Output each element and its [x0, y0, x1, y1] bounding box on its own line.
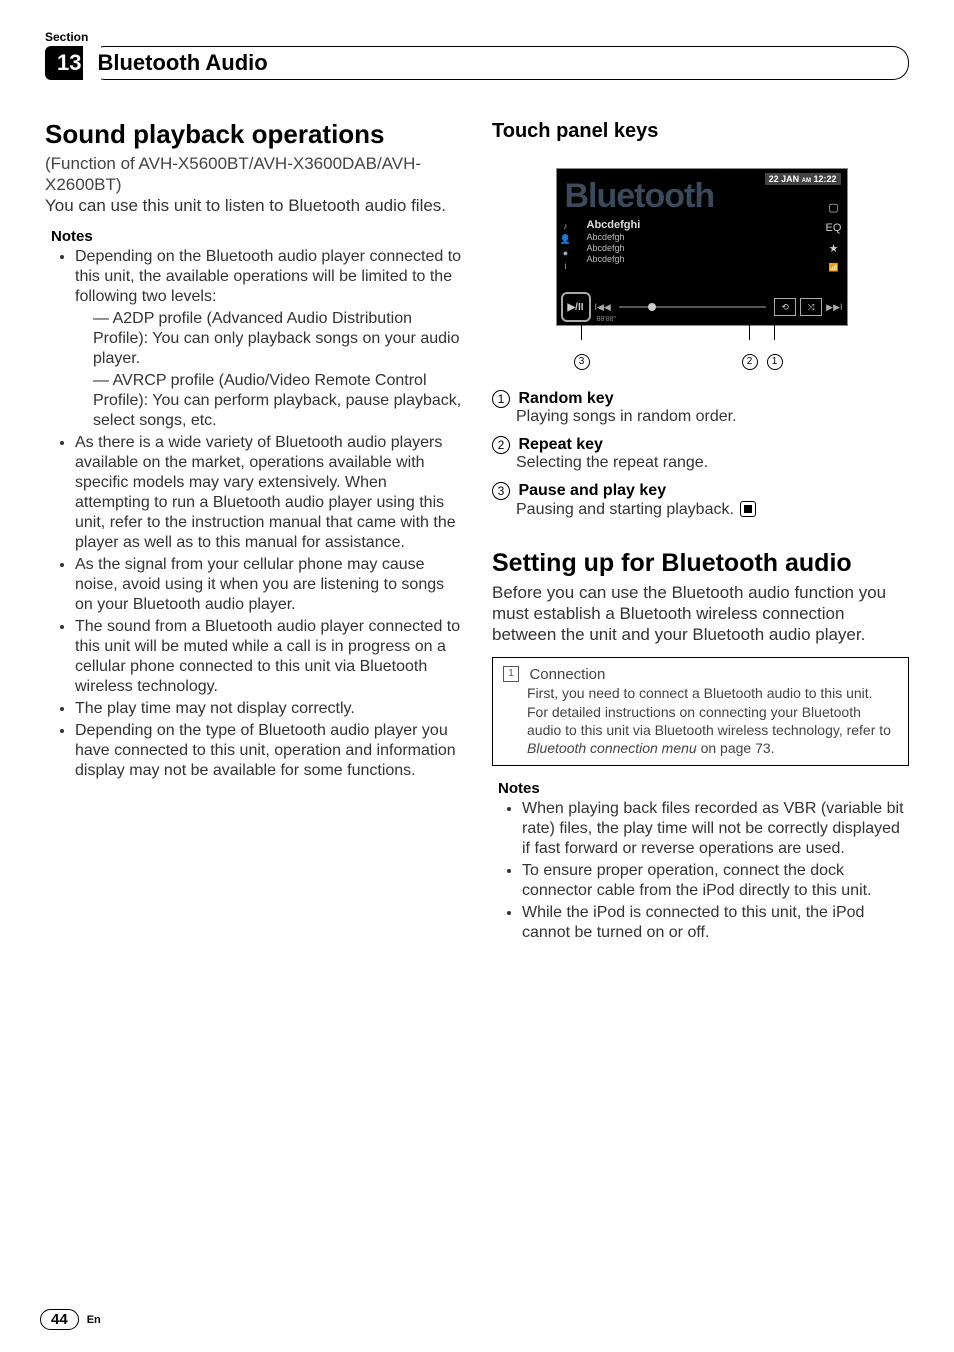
- person-icon: 👤: [559, 234, 573, 245]
- key-number: 1: [492, 390, 510, 408]
- list-item: When playing back files recorded as VBR …: [522, 799, 909, 859]
- callouts: 3 2 1: [556, 348, 846, 370]
- list-item: As there is a wide variety of Bluetooth …: [75, 433, 462, 553]
- key-desc-random: 1 Random key Playing songs in random ord…: [492, 390, 909, 426]
- star-icon: ★: [823, 242, 845, 255]
- right-column: Touch panel keys Bluetooth 22 JAN AM 12:…: [492, 120, 909, 953]
- callout-number: 2: [742, 354, 758, 370]
- callout-line: [581, 324, 582, 340]
- callout-1: 1: [767, 352, 783, 370]
- setup-intro: Before you can use the Bluetooth audio f…: [492, 582, 909, 646]
- touch-panel-screenshot: Bluetooth 22 JAN AM 12:22 ♪ 👤 ● i Abcdef…: [556, 168, 846, 348]
- notes-heading-left: Notes: [51, 228, 462, 245]
- callout-line: [774, 324, 775, 340]
- key-heading: Random key: [518, 390, 613, 407]
- page-number: 44: [40, 1309, 79, 1330]
- touch-panel-heading: Touch panel keys: [492, 120, 909, 143]
- bullet-text: Depending on the Bluetooth audio player …: [75, 248, 461, 305]
- key-heading: Pause and play key: [518, 483, 666, 500]
- box-step-title: Connection: [529, 666, 605, 683]
- box-step-number: 1: [503, 666, 519, 682]
- notes-heading-right: Notes: [498, 780, 909, 797]
- model-note: (Function of AVH-X5600BT/AVH-X3600DAB/AV…: [45, 153, 462, 196]
- notes-list-left: Depending on the Bluetooth audio player …: [45, 247, 462, 781]
- meta-line: Abcdefgh: [587, 254, 641, 265]
- chapter-bar: 13 Bluetooth Audio: [45, 46, 909, 80]
- play-pause-button[interactable]: ▶/II: [561, 292, 591, 322]
- track-title: Abcdefghi: [587, 219, 641, 232]
- screen-area: Bluetooth 22 JAN AM 12:22 ♪ 👤 ● i Abcdef…: [556, 168, 848, 326]
- list-item: — AVRCP profile (Audio/Video Remote Cont…: [93, 371, 462, 431]
- key-body: Selecting the repeat range.: [516, 454, 909, 472]
- key-body: Playing songs in random order.: [516, 408, 909, 426]
- time-counter: 88'88": [597, 316, 616, 323]
- key-number: 3: [492, 482, 510, 500]
- prev-track-icon[interactable]: I◀◀: [595, 302, 611, 313]
- setup-heading: Setting up for Bluetooth audio: [492, 549, 909, 578]
- list-item: Depending on the Bluetooth audio player …: [75, 247, 462, 431]
- right-icon-strip: ▢ EQ ★ 📶: [823, 201, 845, 280]
- sound-playback-heading: Sound playback operations: [45, 120, 462, 149]
- box-line-2a: For detailed instructions on connecting …: [527, 704, 891, 738]
- callout-line: [749, 324, 750, 340]
- list-item: The sound from a Bluetooth audio player …: [75, 617, 462, 697]
- box-line-1: First, you need to connect a Bluetooth a…: [527, 684, 898, 702]
- list-item: The play time may not display correctly.: [75, 699, 462, 719]
- stop-icon: [740, 501, 756, 517]
- box-line-2-em: Bluetooth connection menu: [527, 740, 697, 756]
- home-icon: ▢: [823, 201, 845, 214]
- callout-number: 1: [767, 354, 783, 370]
- callout-3: 3: [574, 352, 590, 370]
- disc-icon: ●: [559, 248, 573, 258]
- signal-icon: 📶: [823, 263, 845, 272]
- left-column: Sound playback operations (Function of A…: [45, 120, 462, 953]
- note-icon: ♪: [559, 221, 573, 231]
- next-track-icon[interactable]: ▶▶I: [826, 302, 842, 313]
- chapter-title: Bluetooth Audio: [97, 50, 267, 75]
- clock-ampm: AM: [802, 178, 811, 184]
- meta-line: Abcdefgh: [587, 243, 641, 254]
- callout-2: 2: [742, 352, 758, 370]
- notes-list-right: When playing back files recorded as VBR …: [492, 799, 909, 943]
- intro-text: You can use this unit to listen to Bluet…: [45, 195, 462, 216]
- sub-list: — A2DP profile (Advanced Audio Distribut…: [75, 309, 462, 431]
- list-item: While the iPod is connected to this unit…: [522, 903, 909, 943]
- key-body: Pausing and starting playback.: [516, 501, 909, 519]
- clock-time: 12:22: [813, 174, 836, 184]
- list-item: — A2DP profile (Advanced Audio Distribut…: [93, 309, 462, 369]
- list-item: To ensure proper operation, connect the …: [522, 861, 909, 901]
- key-desc-repeat: 2 Repeat key Selecting the repeat range.: [492, 436, 909, 472]
- repeat-button[interactable]: ⟲: [774, 298, 796, 316]
- track-metadata: Abcdefghi Abcdefgh Abcdefgh Abcdefgh: [587, 219, 641, 265]
- clock-date: 22 JAN: [769, 174, 800, 184]
- page-footer: 44 En: [40, 1309, 101, 1330]
- connection-box: 1 Connection First, you need to connect …: [492, 657, 909, 766]
- list-item: Depending on the type of Bluetooth audio…: [75, 721, 462, 781]
- key-heading: Repeat key: [518, 436, 603, 453]
- progress-bar[interactable]: [619, 306, 766, 308]
- key-number: 2: [492, 436, 510, 454]
- section-label: Section: [45, 30, 909, 44]
- box-line-2: For detailed instructions on connecting …: [527, 703, 898, 758]
- key-desc-play-pause: 3 Pause and play key Pausing and startin…: [492, 482, 909, 518]
- bluetooth-word: Bluetooth: [565, 177, 715, 216]
- info-icon: i: [559, 261, 573, 271]
- list-item: As the signal from your cellular phone m…: [75, 555, 462, 615]
- box-line-2b: on page 73.: [697, 740, 775, 756]
- chapter-title-wrap: Bluetooth Audio: [89, 46, 909, 80]
- key-body-text: Pausing and starting playback.: [516, 501, 734, 518]
- meta-line: Abcdefgh: [587, 232, 641, 243]
- language-code: En: [87, 1314, 101, 1326]
- random-button[interactable]: ⤨: [800, 298, 822, 316]
- eq-icon: EQ: [823, 222, 845, 234]
- clock-readout: 22 JAN AM 12:22: [765, 173, 841, 185]
- callout-number: 3: [574, 354, 590, 370]
- left-icon-strip: ♪ 👤 ● i: [559, 221, 573, 274]
